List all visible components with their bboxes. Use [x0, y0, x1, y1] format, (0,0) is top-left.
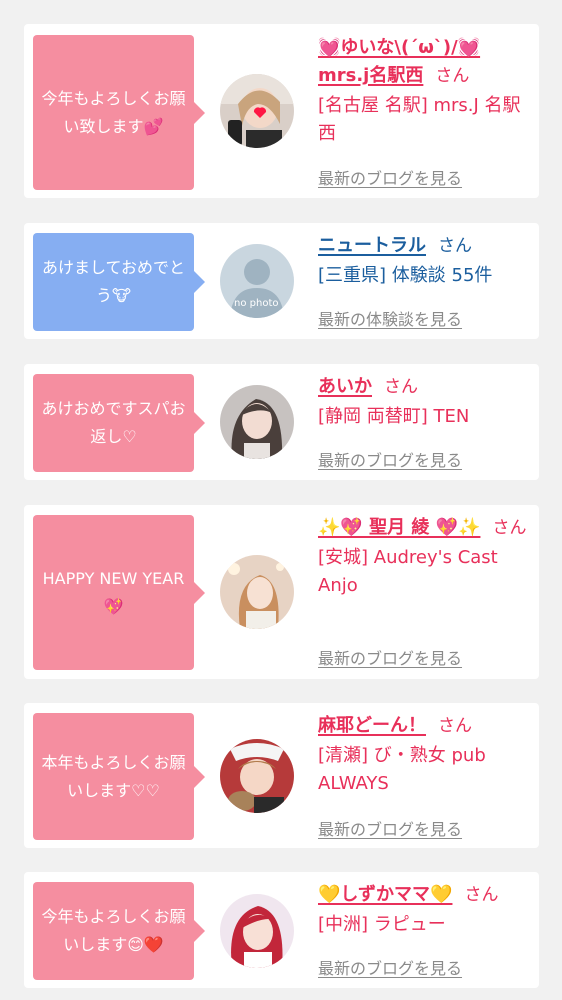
latest-blog-link[interactable]: 最新のブログを見る	[318, 645, 462, 669]
honorific: さん	[435, 66, 470, 86]
avatar[interactable]	[220, 739, 294, 813]
author-name-link[interactable]: ニュートラル	[318, 235, 426, 256]
honorific: さん	[464, 885, 499, 905]
shop-info: [三重県] 体験談 55件	[318, 265, 493, 286]
message-bubble: HAPPY NEW YEAR💖	[33, 515, 205, 670]
message-text: 今年もよろしくお願いします😊❤️	[41, 907, 186, 954]
avatar-photo	[220, 555, 294, 629]
shop-info: [清瀬] び・熟女 pub ALWAYS	[318, 745, 486, 794]
latest-blog-link[interactable]: 最新のブログを見る	[318, 447, 462, 471]
avatar[interactable]	[220, 385, 294, 459]
avatar[interactable]	[220, 74, 294, 148]
post-card: HAPPY NEW YEAR💖 ✨💖 聖月 綾 💖✨ さん [安城] Audrey…	[24, 505, 539, 679]
post-info: 💛しずかママ💛 さん [中洲] ラピュー	[318, 881, 530, 939]
post-info: 麻耶どーん！ さん [清瀬] び・熟女 pub ALWAYS	[318, 712, 530, 798]
author-name-link[interactable]: あいか	[318, 376, 372, 397]
post-card: あけましておめでとう🐮 no photo ニュートラル さん [三重県] 体験談 …	[24, 223, 539, 339]
avatar-photo	[220, 894, 294, 968]
message-text: HAPPY NEW YEAR💖	[42, 568, 185, 616]
no-photo-caption: no photo	[234, 298, 278, 309]
author-name-link[interactable]: 💛しずかママ💛	[318, 884, 452, 905]
author-name-link[interactable]: 麻耶どーん！	[318, 715, 426, 736]
no-photo-icon: no photo	[220, 244, 294, 318]
post-info: あいか さん [静岡 両替町] TEN	[318, 373, 530, 431]
avatar-photo	[220, 74, 294, 148]
latest-blog-link[interactable]: 最新のブログを見る	[318, 816, 462, 840]
shop-info: [安城] Audrey's Cast Anjo	[318, 547, 498, 596]
post-info: ✨💖 聖月 綾 💖✨ さん [安城] Audrey's Cast Anjo	[318, 514, 530, 600]
honorific: さん	[438, 716, 472, 736]
message-text: あけおめですスパお返し♡	[41, 399, 186, 446]
avatar-photo	[220, 739, 294, 813]
message-bubble: 本年もよろしくお願いします♡♡	[33, 713, 205, 840]
message-bubble: あけおめですスパお返し♡	[33, 374, 205, 472]
post-card: 今年もよろしくお願い致します💕 💓ゆいな\(´ω`)/💓mrs.j名駅西 さん […	[24, 24, 539, 198]
latest-blog-link[interactable]: 最新のブログを見る	[318, 955, 462, 979]
honorific: さん	[492, 518, 527, 538]
shop-info: [名古屋 名駅] mrs.J 名駅西	[318, 95, 521, 144]
message-text: 本年もよろしくお願いします♡♡	[41, 752, 186, 800]
post-card: 本年もよろしくお願いします♡♡ 麻耶どーん！ さん [清瀬] び・熟女 pub A…	[24, 703, 539, 848]
post-card: 今年もよろしくお願いします😊❤️ 💛しずかママ💛 さん [中洲] ラピュー 最新の…	[24, 872, 539, 988]
author-name-link[interactable]: ✨💖 聖月 綾 💖✨	[318, 517, 480, 538]
message-text: 今年もよろしくお願い致します💕	[41, 88, 186, 136]
honorific: さん	[384, 377, 418, 397]
shop-info: [中洲] ラピュー	[318, 914, 446, 935]
latest-blog-link[interactable]: 最新のブログを見る	[318, 165, 462, 189]
honorific: さん	[438, 236, 472, 256]
message-bubble: 今年もよろしくお願い致します💕	[33, 35, 205, 190]
post-card: あけおめですスパお返し♡ あいか さん [静岡 両替町] TEN 最新のブログを見…	[24, 364, 539, 480]
message-bubble: あけましておめでとう🐮	[33, 233, 205, 331]
shop-info: [静岡 両替町] TEN	[318, 406, 470, 427]
message-bubble: 今年もよろしくお願いします😊❤️	[33, 882, 205, 980]
post-info: ニュートラル さん [三重県] 体験談 55件	[318, 232, 530, 290]
latest-review-link[interactable]: 最新の体験談を見る	[318, 306, 462, 330]
message-text: あけましておめでとう🐮	[41, 258, 186, 305]
avatar[interactable]	[220, 555, 294, 629]
post-info: 💓ゆいな\(´ω`)/💓mrs.j名駅西 さん [名古屋 名駅] mrs.J 名駅…	[318, 34, 530, 148]
avatar[interactable]: no photo	[220, 244, 294, 318]
avatar[interactable]	[220, 894, 294, 968]
avatar-photo	[220, 385, 294, 459]
